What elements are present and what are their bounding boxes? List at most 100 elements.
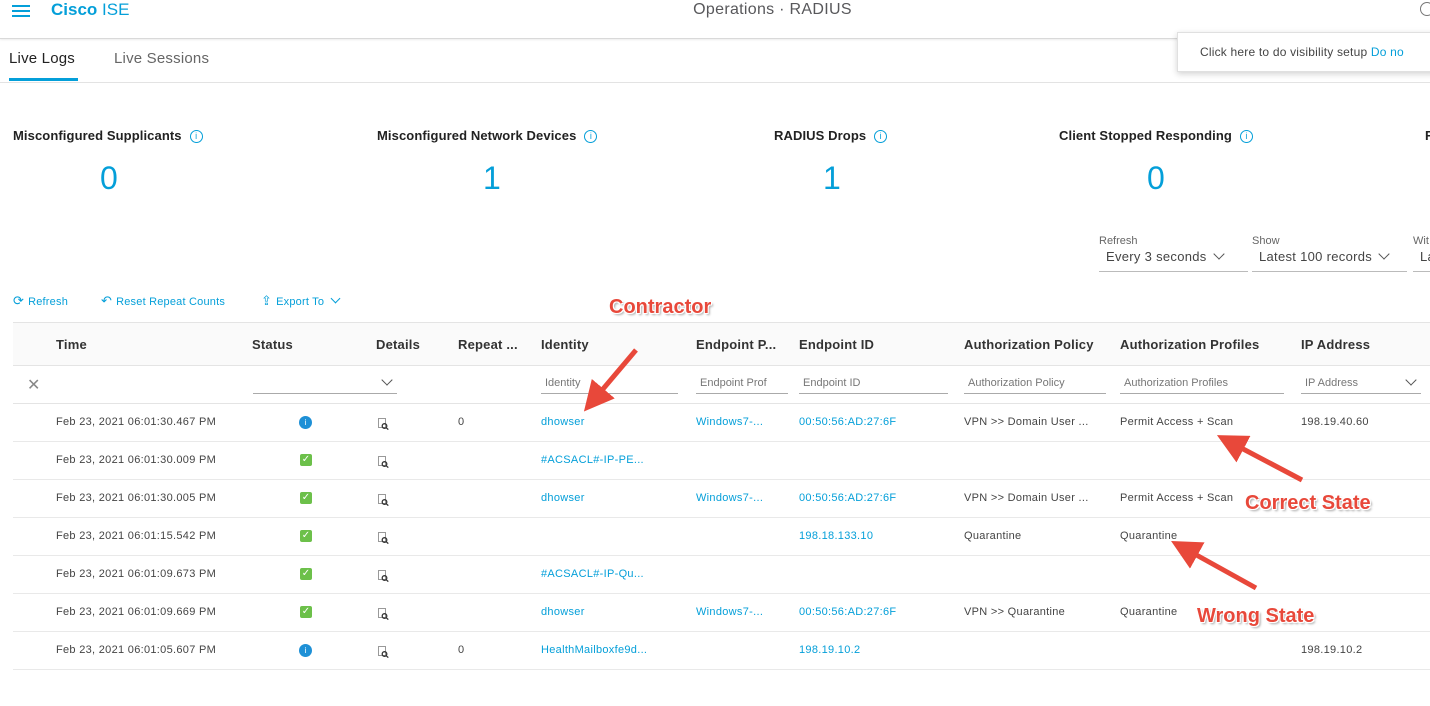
identity-cell[interactable]: dhowser xyxy=(541,492,585,504)
metric-client-stopped-responding-value[interactable]: 0 xyxy=(1147,160,1165,197)
details-magnifier-icon[interactable] xyxy=(378,417,389,431)
authorization-profiles-cell: Quarantine xyxy=(1120,530,1178,542)
authorization-policy-cell: VPN >> Domain User ... xyxy=(964,492,1089,504)
clear-filters-icon[interactable]: ✕ xyxy=(27,375,40,395)
column-header-authorization-policy[interactable]: Authorization Policy xyxy=(964,337,1094,352)
column-header-time[interactable]: Time xyxy=(56,337,87,352)
visibility-dismiss-link[interactable]: Do no xyxy=(1371,45,1404,59)
table-header-row: Time Status Details Repeat ... Identity … xyxy=(13,322,1430,366)
identity-cell[interactable]: dhowser xyxy=(541,416,585,428)
column-header-authorization-profiles[interactable]: Authorization Profiles xyxy=(1120,337,1259,352)
status-success-icon: ✓ xyxy=(300,606,312,618)
authorization-profiles-cell: Permit Access + Scan xyxy=(1120,416,1234,428)
endpoint-id-cell[interactable]: 00:50:56:AD:27:6F xyxy=(799,416,896,428)
info-icon[interactable]: i xyxy=(584,130,598,143)
authorization-profiles-cell: Quarantine xyxy=(1120,606,1178,618)
info-icon[interactable]: i xyxy=(1239,130,1253,143)
metric-client-stopped-responding-label: Client Stopped Responding i xyxy=(1059,128,1253,143)
table-row[interactable]: Feb 23, 2021 06:01:30.467 PM 0 dhowser Wind… xyxy=(13,404,1430,442)
identity-cell[interactable]: #ACSACL#-IP-Qu... xyxy=(541,568,644,580)
time-cell: Feb 23, 2021 06:01:30.009 PM xyxy=(56,454,217,466)
metric-misconfigured-supplicants-value[interactable]: 0 xyxy=(100,160,118,197)
refresh-button[interactable]: ⟳ Refresh xyxy=(13,293,68,309)
reset-repeat-counts-button[interactable]: ↶ Reset Repeat Counts xyxy=(101,293,225,309)
annotation-contractor: Contractor xyxy=(609,296,712,318)
column-header-repeat[interactable]: Repeat ... xyxy=(458,337,518,352)
details-magnifier-icon[interactable] xyxy=(378,607,389,621)
column-header-ip-address[interactable]: IP Address xyxy=(1301,337,1370,352)
table-row[interactable]: Feb 23, 2021 06:01:09.673 PM #ACSACL#-IP-… xyxy=(13,556,1430,594)
table-row[interactable]: Feb 23, 2021 06:01:05.607 PM 0 HealthMailb… xyxy=(13,632,1430,670)
details-magnifier-icon[interactable] xyxy=(378,455,389,469)
within-label: Wit xyxy=(1413,235,1429,247)
identity-cell[interactable]: dhowser xyxy=(541,606,585,618)
info-icon[interactable]: i xyxy=(189,130,203,143)
endpoint-id-cell[interactable]: 198.19.10.2 xyxy=(799,644,860,656)
endpoint-id-cell[interactable]: 00:50:56:AD:27:6F xyxy=(799,606,896,618)
metric-misconfigured-network-devices-label: Misconfigured Network Devices i xyxy=(377,128,598,143)
tab-live-logs[interactable]: Live Logs xyxy=(9,50,75,67)
metric-misconfigured-network-devices-value[interactable]: 1 xyxy=(483,160,501,197)
details-magnifier-icon[interactable] xyxy=(378,531,389,545)
metric-truncated-label: R xyxy=(1425,128,1430,143)
status-info-icon: i xyxy=(299,416,312,429)
info-icon[interactable]: i xyxy=(874,130,888,143)
status-success-icon: ✓ xyxy=(300,530,312,542)
status-success-icon: ✓ xyxy=(300,454,312,466)
repeat-count-cell: 0 xyxy=(458,644,465,656)
export-to-button[interactable]: ⇪ Export To xyxy=(261,293,341,309)
chevron-down-icon xyxy=(1378,249,1390,260)
time-cell: Feb 23, 2021 06:01:05.607 PM xyxy=(56,644,217,656)
authorization-profiles-filter-input[interactable]: Authorization Profiles xyxy=(1120,373,1284,394)
annotation-wrong-state: Wrong State xyxy=(1197,605,1315,627)
authorization-profiles-cell: Permit Access + Scan xyxy=(1120,492,1234,504)
endpoint-profile-cell[interactable]: Windows7-... xyxy=(696,492,763,504)
endpoint-profile-cell[interactable]: Windows7-... xyxy=(696,416,763,428)
ip-address-cell: 198.19.10.2 xyxy=(1301,644,1363,656)
endpoint-profile-filter-input[interactable]: Endpoint Prof xyxy=(696,373,788,394)
status-info-icon: i xyxy=(299,644,312,657)
refresh-interval-select[interactable]: Every 3 seconds xyxy=(1099,249,1248,272)
endpoint-id-cell[interactable]: 00:50:56:AD:27:6F xyxy=(799,492,896,504)
column-header-endpoint-profile[interactable]: Endpoint P... xyxy=(696,337,776,352)
details-magnifier-icon[interactable] xyxy=(378,645,389,659)
within-select[interactable]: La xyxy=(1413,249,1430,272)
identity-cell[interactable]: HealthMailboxfe9d... xyxy=(541,644,647,656)
search-icon[interactable] xyxy=(1420,2,1430,16)
column-header-identity[interactable]: Identity xyxy=(541,337,589,352)
authorization-policy-cell: VPN >> Quarantine xyxy=(964,606,1066,618)
metric-radius-drops-value[interactable]: 1 xyxy=(823,160,841,197)
identity-cell[interactable]: #ACSACL#-IP-PE... xyxy=(541,454,644,466)
metric-radius-drops-label: RADIUS Drops i xyxy=(774,128,888,143)
time-cell: Feb 23, 2021 06:01:09.669 PM xyxy=(56,606,217,618)
time-cell: Feb 23, 2021 06:01:15.542 PM xyxy=(56,530,217,542)
status-success-icon: ✓ xyxy=(300,492,312,504)
endpoint-id-cell[interactable]: 198.18.133.10 xyxy=(799,530,873,542)
show-records-label: Show xyxy=(1252,235,1280,247)
details-magnifier-icon[interactable] xyxy=(378,569,389,583)
authorization-policy-filter-input[interactable]: Authorization Policy xyxy=(964,373,1106,394)
visibility-setup-text[interactable]: Click here to do visibility setup xyxy=(1200,45,1367,59)
endpoint-profile-cell[interactable]: Windows7-... xyxy=(696,606,763,618)
column-header-endpoint-id[interactable]: Endpoint ID xyxy=(799,337,874,352)
chevron-down-icon xyxy=(1405,374,1417,386)
page-title: Operations · RADIUS xyxy=(693,1,852,18)
tab-live-sessions[interactable]: Live Sessions xyxy=(114,50,209,67)
endpoint-id-filter-input[interactable]: Endpoint ID xyxy=(799,373,948,394)
status-filter-select[interactable] xyxy=(253,373,397,394)
details-magnifier-icon[interactable] xyxy=(378,493,389,507)
table-row[interactable]: Feb 23, 2021 06:01:30.005 PM dhowser Windo… xyxy=(13,480,1430,518)
time-cell: Feb 23, 2021 06:01:09.673 PM xyxy=(56,568,217,580)
table-row[interactable]: Feb 23, 2021 06:01:15.542 PM 198.18.133.1… xyxy=(13,518,1430,556)
column-header-status[interactable]: Status xyxy=(252,337,293,352)
refresh-interval-label: Refresh xyxy=(1099,235,1138,247)
active-tab-indicator xyxy=(9,78,78,81)
visibility-setup-popup[interactable]: Click here to do visibility setup Do no xyxy=(1177,32,1430,72)
ip-address-filter-select[interactable]: IP Address xyxy=(1301,373,1421,394)
show-records-select[interactable]: Latest 100 records xyxy=(1252,249,1407,272)
export-icon: ⇪ xyxy=(261,293,273,308)
column-header-details[interactable]: Details xyxy=(376,337,420,352)
refresh-icon: ⟳ xyxy=(13,293,25,308)
table-row[interactable]: Feb 23, 2021 06:01:30.009 PM #ACSACL#-IP-… xyxy=(13,442,1430,480)
identity-filter-input[interactable]: Identity xyxy=(541,373,678,394)
